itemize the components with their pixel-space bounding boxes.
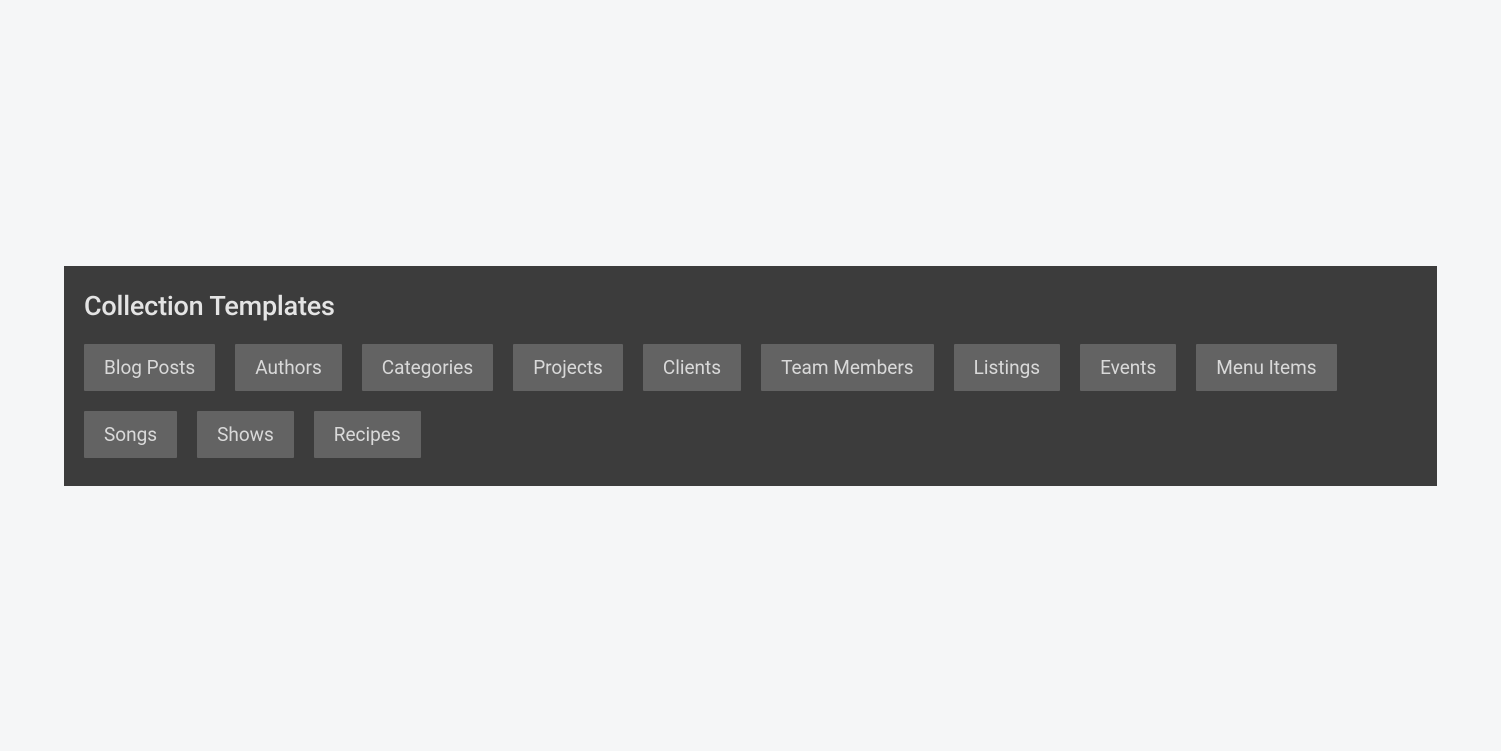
template-button-listings[interactable]: Listings [954, 344, 1060, 391]
template-list: Blog Posts Authors Categories Projects C… [84, 344, 1417, 458]
template-button-events[interactable]: Events [1080, 344, 1176, 391]
template-button-clients[interactable]: Clients [643, 344, 741, 391]
template-button-team-members[interactable]: Team Members [761, 344, 934, 391]
panel-title: Collection Templates [84, 290, 1417, 322]
template-button-menu-items[interactable]: Menu Items [1196, 344, 1336, 391]
template-button-songs[interactable]: Songs [84, 411, 177, 458]
template-button-categories[interactable]: Categories [362, 344, 493, 391]
template-button-projects[interactable]: Projects [513, 344, 623, 391]
template-button-blog-posts[interactable]: Blog Posts [84, 344, 215, 391]
collection-templates-panel: Collection Templates Blog Posts Authors … [64, 266, 1437, 486]
template-button-recipes[interactable]: Recipes [314, 411, 421, 458]
template-button-shows[interactable]: Shows [197, 411, 294, 458]
template-button-authors[interactable]: Authors [235, 344, 342, 391]
